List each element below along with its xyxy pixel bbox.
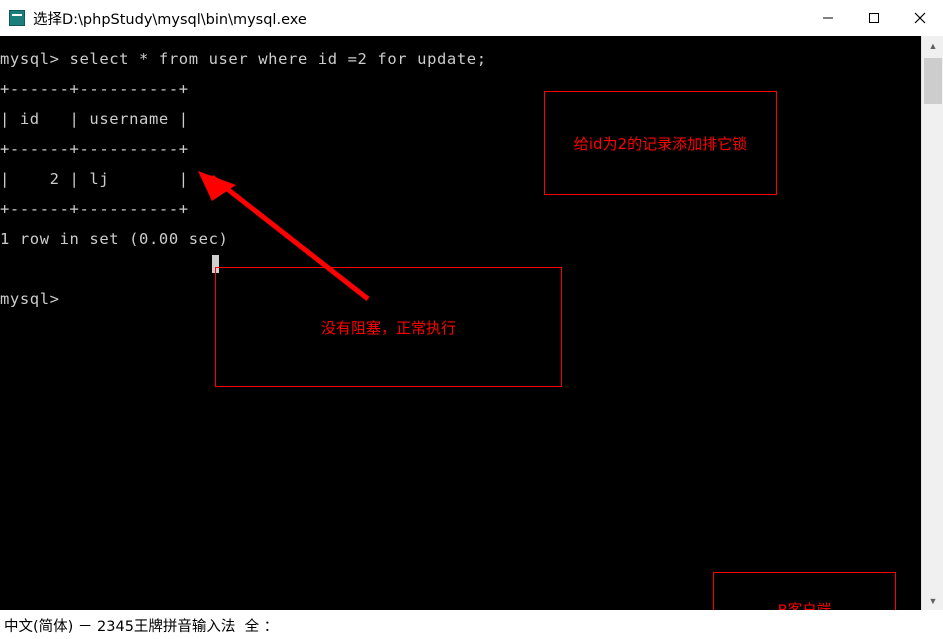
scroll-up-icon[interactable]: ▲ [922, 36, 943, 56]
maximize-icon[interactable] [851, 0, 897, 36]
annotation-exec-note: 没有阻塞，正常执行 [215, 267, 562, 387]
mysql-console-window: 选择D:\phpStudy\mysql\bin\mysql.exe mysql>… [0, 0, 943, 639]
close-icon[interactable] [897, 0, 943, 36]
scrollbar-thumb[interactable] [924, 58, 942, 104]
console-icon [9, 10, 25, 26]
ime-status-text: 中文(简体) － 2345王牌拼音输入法 全 ： [4, 618, 279, 635]
annotation-client-note: B客户端 [713, 572, 896, 611]
title-bar: 选择D:\phpStudy\mysql\bin\mysql.exe [0, 0, 943, 37]
window-title: 选择D:\phpStudy\mysql\bin\mysql.exe [33, 11, 307, 28]
vertical-scrollbar[interactable]: ▲ ▼ [921, 36, 943, 611]
console-output-area[interactable]: mysql> select * from user where id =2 fo… [0, 36, 921, 611]
minimize-icon[interactable] [805, 0, 851, 36]
annotation-lock-note: 给id为2的记录添加排它锁 [544, 91, 777, 195]
status-bar: 中文(简体) － 2345王牌拼音输入法 全 ： [0, 610, 943, 639]
window-controls [805, 0, 943, 36]
scroll-down-icon[interactable]: ▼ [922, 591, 943, 611]
